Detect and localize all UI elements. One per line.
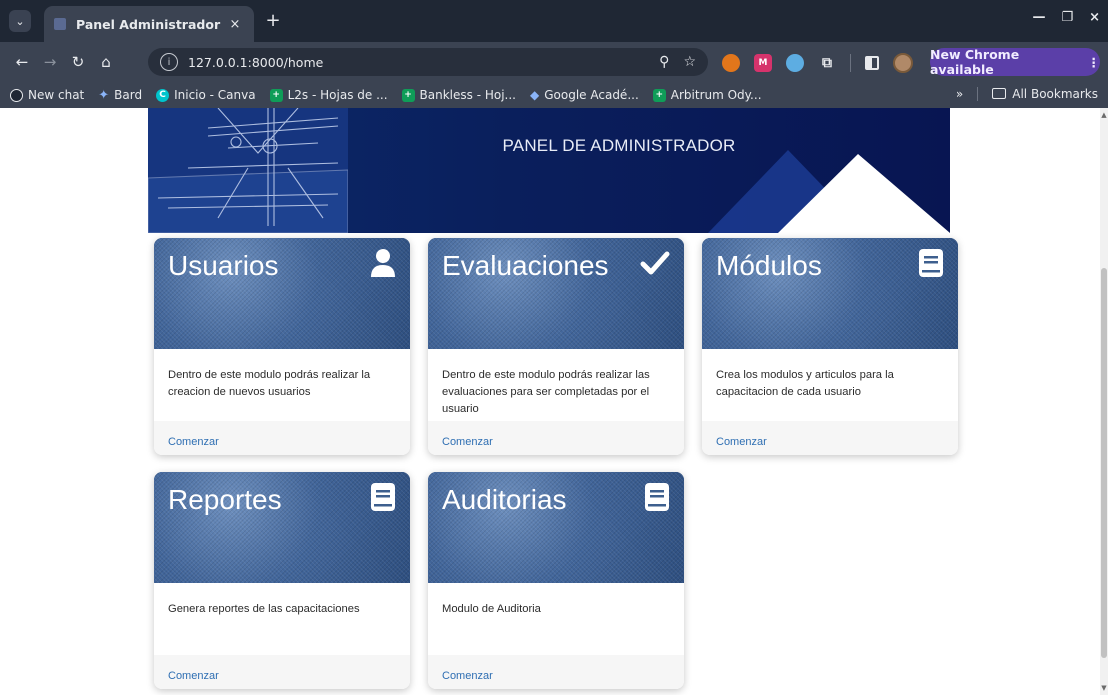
card-footer: Comenzar	[428, 655, 684, 689]
user-icon	[371, 249, 395, 277]
bookmark-arbitrum[interactable]: + Arbitrum Ody...	[652, 88, 762, 102]
banner-mountains-graphic	[708, 150, 950, 233]
bookmarks-divider	[977, 87, 979, 101]
card-header: Usuarios	[154, 238, 410, 349]
minimize-button[interactable]: —	[1032, 10, 1045, 25]
bookmarks-overflow-button[interactable]: »	[956, 87, 963, 101]
bookmarks-bar: New chat ✦ Bard C Inicio - Canva + L2s -…	[0, 82, 1108, 108]
zoom-icon[interactable]: ⚲	[659, 54, 669, 70]
metamask-icon[interactable]	[722, 54, 740, 72]
card-reportes: Reportes Genera reportes de las capacita…	[154, 472, 410, 689]
tab-strip: ⌄ Panel Administrador × + — ❐ ×	[0, 0, 1108, 42]
book-icon	[645, 483, 669, 511]
card-title: Auditorias	[442, 484, 567, 515]
chat-icon	[10, 88, 23, 102]
active-tab[interactable]: Panel Administrador ×	[44, 6, 254, 42]
site-info-icon[interactable]: i	[160, 53, 178, 71]
bookmarks-right: » All Bookmarks	[956, 87, 1098, 101]
header-banner: PANEL DE ADMINISTRADOR	[148, 108, 950, 233]
tab-search-button[interactable]: ⌄	[9, 10, 31, 32]
sheets-icon: +	[401, 88, 415, 102]
card-footer: Comenzar	[154, 655, 410, 689]
profile-avatar[interactable]	[893, 53, 913, 73]
start-link-modulos[interactable]: Comenzar	[716, 436, 767, 448]
check-icon	[640, 251, 670, 275]
canva-icon: C	[156, 88, 170, 102]
card-title: Reportes	[168, 484, 282, 515]
extensions-puzzle-icon[interactable]: ⧉	[818, 54, 836, 72]
book-icon	[371, 483, 395, 511]
bookmark-bankless[interactable]: + Bankless - Hoj...	[401, 88, 516, 102]
card-evaluaciones: Evaluaciones Dentro de este modulo podrá…	[428, 238, 684, 455]
page-viewport: PANEL DE ADMINISTRADOR Usuarios Dentro d…	[0, 108, 1100, 695]
scrollbar-thumb[interactable]	[1101, 268, 1107, 658]
blueprint-illustration	[148, 108, 348, 233]
extensions-area: M ⧉	[722, 53, 913, 73]
card-title: Usuarios	[168, 250, 279, 281]
scroll-down-arrow-icon[interactable]: ▼	[1100, 684, 1108, 692]
back-icon[interactable]: ←	[8, 53, 36, 71]
update-label: New Chrome available	[930, 47, 1020, 77]
card-description: Modulo de Auditoria	[442, 603, 541, 615]
reload-icon[interactable]: ↻	[64, 53, 92, 71]
bookmark-l2s[interactable]: + L2s - Hojas de ...	[269, 88, 388, 102]
card-description: Crea los modulos y articulos para la cap…	[716, 369, 894, 398]
start-link-reportes[interactable]: Comenzar	[168, 670, 219, 682]
toolbar-separator	[850, 54, 851, 72]
tab-title: Panel Administrador	[76, 16, 221, 32]
card-modulos: Módulos Crea los modulos y articulos par…	[702, 238, 958, 455]
start-link-evaluaciones[interactable]: Comenzar	[442, 436, 493, 448]
card-header: Reportes	[154, 472, 410, 583]
start-link-usuarios[interactable]: Comenzar	[168, 436, 219, 448]
kebab-menu-icon[interactable]: ⋮	[1088, 55, 1101, 70]
card-usuarios: Usuarios Dentro de este modulo podrás re…	[154, 238, 410, 455]
card-footer: Comenzar	[154, 421, 410, 455]
page-scrollbar[interactable]: ▲ ▼	[1100, 108, 1108, 695]
card-footer: Comenzar	[702, 421, 958, 455]
restore-button[interactable]: ❐	[1061, 10, 1073, 25]
chrome-update-button[interactable]: New Chrome available ⋮	[930, 47, 1101, 77]
all-bookmarks-button[interactable]: All Bookmarks	[992, 87, 1098, 101]
card-footer: Comenzar	[428, 421, 684, 455]
card-header: Evaluaciones	[428, 238, 684, 349]
window-controls: — ❐ ×	[1032, 10, 1100, 25]
book-icon	[919, 249, 943, 277]
start-link-auditorias[interactable]: Comenzar	[442, 670, 493, 682]
new-tab-button[interactable]: +	[262, 10, 284, 31]
card-description: Dentro de este modulo podrás realizar la…	[168, 369, 371, 398]
favicon-icon	[54, 18, 66, 30]
sheets-icon: +	[652, 88, 666, 102]
card-auditorias: Auditorias Modulo de Auditoria Comenzar	[428, 472, 684, 689]
scroll-up-arrow-icon[interactable]: ▲	[1100, 111, 1108, 119]
side-panel-icon[interactable]	[865, 56, 879, 70]
card-header: Auditorias	[428, 472, 684, 583]
folder-icon	[992, 88, 1007, 99]
url-text[interactable]: 127.0.0.1:8000/home	[188, 55, 645, 70]
tab-close-button[interactable]: ×	[226, 17, 244, 32]
ghost-extension-icon[interactable]	[786, 54, 804, 72]
home-icon[interactable]: ⌂	[92, 53, 120, 71]
bookmark-google-academico[interactable]: ◆ Google Acadé...	[530, 88, 639, 102]
close-window-button[interactable]: ×	[1089, 10, 1100, 25]
card-header: Módulos	[702, 238, 958, 349]
forward-icon[interactable]: →	[36, 53, 64, 71]
card-description: Genera reportes de las capacitaciones	[168, 603, 360, 615]
bookmark-new-chat[interactable]: New chat	[10, 88, 84, 102]
bard-icon: ✦	[98, 87, 110, 103]
sheets-icon: +	[269, 88, 283, 102]
address-bar[interactable]: i 127.0.0.1:8000/home ⚲ ☆	[148, 48, 708, 76]
card-title: Evaluaciones	[442, 250, 609, 281]
bookmark-star-icon[interactable]: ☆	[683, 54, 696, 70]
browser-toolbar: ← → ↻ ⌂ i 127.0.0.1:8000/home ⚲ ☆ M ⧉ Ne…	[0, 42, 1108, 82]
me-extension-icon[interactable]: M	[754, 54, 772, 72]
bookmark-bard[interactable]: ✦ Bard	[98, 87, 142, 103]
card-title: Módulos	[716, 250, 822, 281]
scholar-icon: ◆	[530, 88, 540, 102]
bookmark-canva[interactable]: C Inicio - Canva	[156, 88, 256, 102]
card-description: Dentro de este modulo podrás realizar la…	[442, 369, 650, 415]
